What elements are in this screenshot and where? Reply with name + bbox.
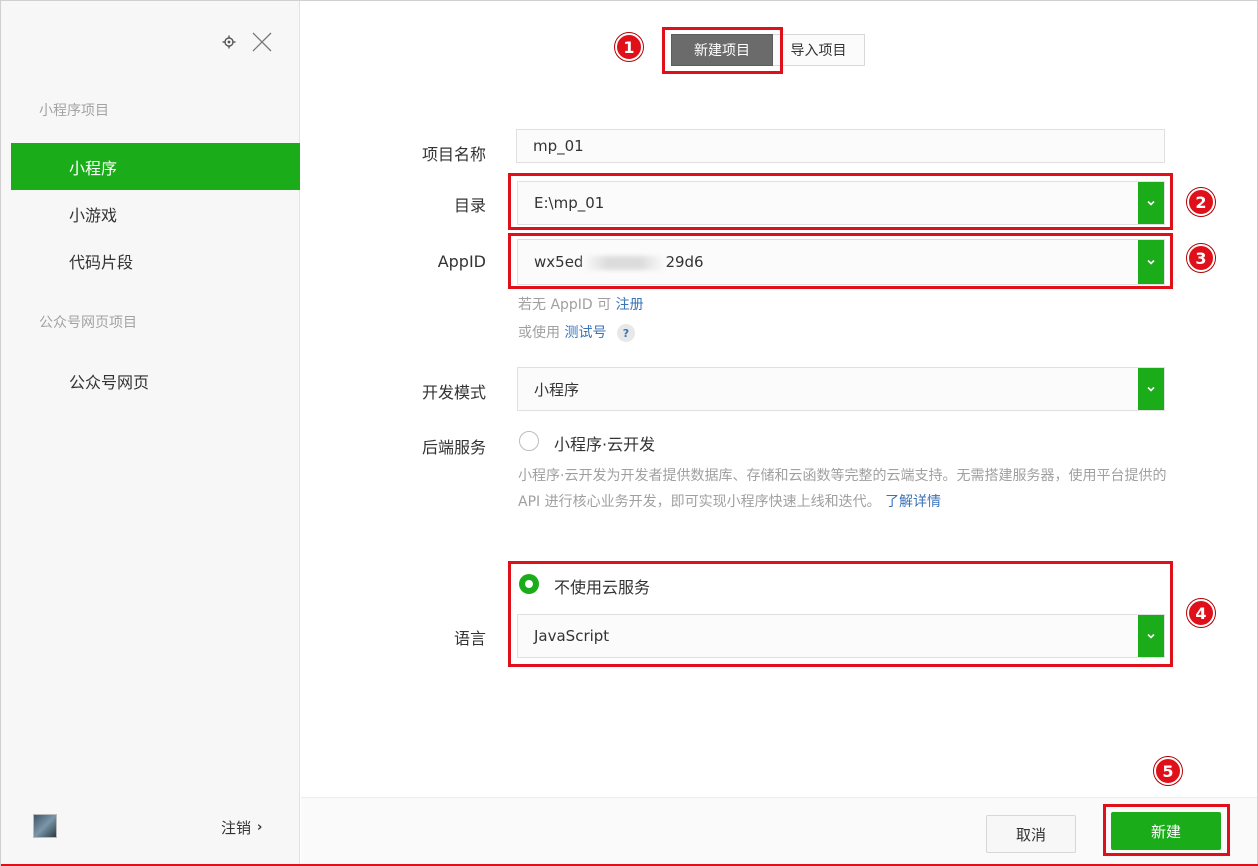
project-name-value: mp_01 bbox=[533, 137, 584, 155]
project-name-input[interactable]: mp_01 bbox=[516, 129, 1165, 163]
radio-cloud-dev[interactable] bbox=[519, 431, 539, 451]
logout-button[interactable]: 注销 › bbox=[221, 817, 262, 838]
backend-label: 后端服务 bbox=[421, 438, 486, 457]
close-icon[interactable] bbox=[251, 31, 273, 53]
sidebar-item-label: 公众号网页 bbox=[69, 372, 150, 392]
register-link[interactable]: 注册 bbox=[616, 297, 644, 313]
chevron-right-icon: › bbox=[257, 820, 263, 835]
sidebar-item-label: 小游戏 bbox=[69, 205, 118, 225]
appid-register-hint: 若无 AppID 可 注册 bbox=[518, 297, 644, 313]
annotation-badge-3: 3 bbox=[1187, 244, 1215, 272]
sidebar-item-official-account-web[interactable]: 公众号网页 bbox=[11, 357, 300, 404]
cancel-button[interactable]: 取消 bbox=[986, 815, 1076, 853]
annotation-box-3 bbox=[508, 233, 1173, 289]
sidebar-item-code-snippet[interactable]: 代码片段 bbox=[11, 237, 300, 284]
section-title-miniprogram-projects: 小程序项目 bbox=[39, 103, 109, 119]
section-title-official-account-projects: 公众号网页项目 bbox=[39, 315, 137, 331]
sidebar-item-label: 小程序 bbox=[69, 158, 118, 178]
dev-mode-label: 开发模式 bbox=[421, 383, 486, 402]
help-question-icon[interactable]: ? bbox=[616, 324, 635, 342]
chevron-down-icon[interactable] bbox=[1138, 368, 1164, 410]
dev-mode-value: 小程序 bbox=[534, 380, 580, 399]
new-project-window: 小程序项目 小程序 小游戏 代码片段 公众号网页项目 公众号网页 注销 › 新建… bbox=[0, 0, 1258, 866]
annotation-box-2 bbox=[508, 173, 1173, 230]
annotation-box-4 bbox=[508, 561, 1173, 667]
directory-label: 目录 bbox=[453, 196, 486, 215]
radio-cloud-dev-label[interactable]: 小程序·云开发 bbox=[554, 431, 655, 455]
language-label: 语言 bbox=[453, 629, 486, 648]
sidebar-item-minigame[interactable]: 小游戏 bbox=[11, 190, 300, 237]
settings-gear-icon[interactable] bbox=[221, 34, 237, 50]
main-panel: 新建项目 导入项目 项目名称 mp_01 目录 E:\mp_01 AppID w… bbox=[301, 1, 1257, 865]
test-account-link[interactable]: 测试号 bbox=[564, 325, 606, 341]
annotation-badge-1: 1 bbox=[615, 33, 643, 61]
learn-more-link[interactable]: 了解详情 bbox=[885, 494, 941, 510]
annotation-badge-4: 4 bbox=[1187, 599, 1215, 627]
cloud-dev-description: 小程序·云开发为开发者提供数据库、存储和云函数等完整的云端支持。无需搭建服务器，… bbox=[518, 468, 1167, 510]
appid-label: AppID bbox=[437, 252, 486, 271]
sidebar: 小程序项目 小程序 小游戏 代码片段 公众号网页项目 公众号网页 注销 › bbox=[1, 1, 300, 865]
sidebar-item-miniprogram[interactable]: 小程序 bbox=[11, 143, 300, 190]
avatar[interactable] bbox=[33, 814, 57, 838]
appid-test-hint: 或使用 测试号 ? bbox=[518, 322, 635, 342]
project-name-label: 项目名称 bbox=[421, 145, 486, 164]
annotation-badge-2: 2 bbox=[1187, 188, 1215, 216]
annotation-badge-5: 5 bbox=[1154, 757, 1182, 785]
logout-label: 注销 bbox=[221, 819, 252, 837]
dev-mode-select[interactable]: 小程序 bbox=[517, 367, 1165, 411]
sidebar-item-label: 代码片段 bbox=[69, 252, 134, 272]
tab-import-project[interactable]: 导入项目 bbox=[773, 34, 865, 66]
annotation-box-1 bbox=[662, 27, 783, 74]
annotation-box-5 bbox=[1103, 804, 1230, 856]
